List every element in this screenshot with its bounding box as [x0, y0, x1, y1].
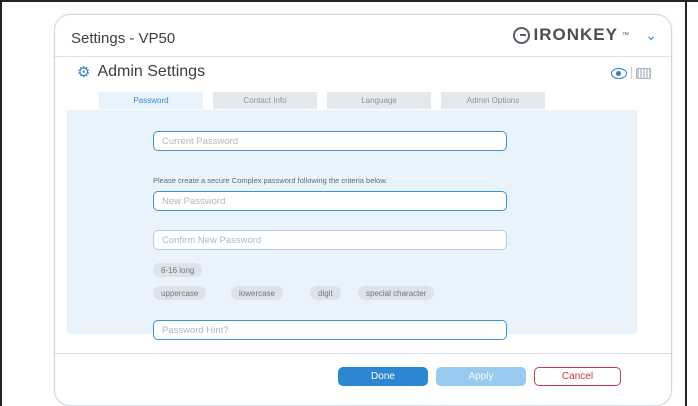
tab-language[interactable]: Language: [327, 92, 431, 109]
toolbar-separator: [631, 67, 632, 79]
panel-toolbar: [611, 67, 651, 79]
window-title: Settings - VP50: [71, 30, 176, 47]
panel-heading: ⚙ Admin Settings: [77, 63, 205, 81]
new-password-field[interactable]: New Password: [153, 191, 507, 211]
cancel-button[interactable]: Cancel: [534, 367, 621, 386]
frame-left-border: [0, 0, 2, 406]
tab-bar: Password Contact Info Language Admin Opt…: [99, 92, 545, 109]
settings-window: Settings - VP50 IRONKEY ™ ⌄ ⚙ Admin Sett…: [54, 14, 672, 406]
done-button[interactable]: Done: [338, 367, 428, 386]
criteria-digit-chip: digit: [310, 286, 341, 300]
criteria-uppercase-chip: uppercase: [153, 286, 207, 300]
criteria-lowercase-chip: lowercase: [231, 286, 284, 300]
tab-admin-options[interactable]: Admin Options: [441, 92, 545, 109]
brand-name: IRONKEY: [533, 25, 618, 44]
brand-logo: IRONKEY ™: [512, 25, 629, 45]
footer-divider: [55, 353, 671, 354]
tab-contact-info[interactable]: Contact Info: [213, 92, 317, 109]
tab-password[interactable]: Password: [99, 92, 203, 109]
brand-trademark: ™: [622, 31, 629, 39]
apply-button[interactable]: Apply: [436, 367, 526, 386]
eye-icon[interactable]: [611, 67, 627, 79]
frame-top-border: [0, 0, 698, 2]
password-instruction: Please create a secure Complex password …: [153, 176, 388, 185]
title-divider: [55, 56, 671, 57]
gear-icon: ⚙: [77, 64, 91, 81]
frame-right-border: [685, 0, 687, 406]
ironkey-logo-icon: [512, 26, 530, 44]
current-password-field[interactable]: Current Password: [153, 131, 507, 151]
panel-title: Admin Settings: [97, 63, 206, 80]
password-form: Current Password Please create a secure …: [67, 110, 637, 340]
password-hint-field[interactable]: Password Hint?: [153, 320, 507, 340]
criteria-length-chip: 6-16 long: [153, 263, 203, 277]
chevron-down-icon[interactable]: ⌄: [645, 27, 657, 44]
confirm-password-field[interactable]: Confirm New Password: [153, 230, 507, 250]
criteria-special-character-chip: special character: [358, 286, 435, 300]
keyboard-icon[interactable]: [636, 67, 651, 79]
